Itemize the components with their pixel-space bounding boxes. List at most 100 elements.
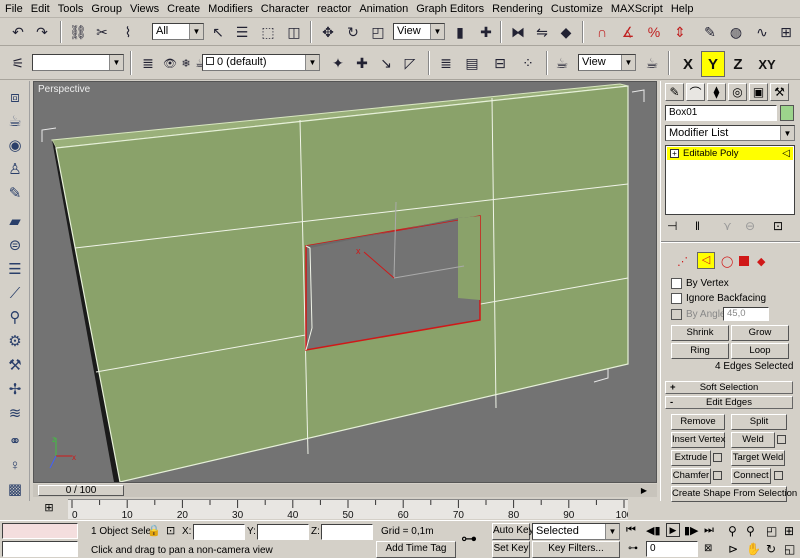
loop-button[interactable]: Loop (731, 343, 789, 359)
menu-item-help[interactable]: Help (668, 3, 697, 15)
cloth-icon[interactable]: ▩ (5, 479, 25, 499)
named-selection-icon[interactable]: ◆ (556, 22, 576, 42)
maxscript-listener-pink[interactable] (2, 523, 78, 539)
move-icon[interactable]: ✥ (318, 22, 338, 42)
time-slider-track[interactable] (33, 484, 657, 497)
fan-icon[interactable]: ✢ (5, 379, 25, 399)
zoom-icon[interactable]: ⚲ (728, 524, 737, 538)
unlink-icon[interactable]: ✂ (92, 22, 112, 42)
field-of-view-icon[interactable]: ⊳ (728, 542, 738, 556)
select-object-icon[interactable]: ↖ (208, 22, 228, 42)
selection-filter-dropdown[interactable]: All ▼ (152, 23, 204, 40)
show-end-result-icon[interactable]: ‖ (695, 219, 700, 233)
menu-item-character[interactable]: Character (258, 3, 312, 15)
add-time-tag-button[interactable]: Add Time Tag (376, 541, 456, 558)
geometry-icon[interactable]: ⧈ (5, 87, 25, 107)
create-layer-icon[interactable]: ✦ (328, 53, 348, 73)
redo-icon[interactable]: ↷ (32, 22, 52, 42)
weld-button[interactable]: Weld (731, 432, 775, 448)
add-to-layer-icon[interactable]: ✚ (352, 53, 372, 73)
axis-xy-button[interactable]: XY (752, 51, 782, 77)
previous-frame-icon[interactable]: ◀▮ (646, 524, 661, 537)
modify-tab-icon[interactable]: ⌒ (686, 83, 705, 101)
time-config-icon[interactable]: ⊠ (704, 543, 712, 554)
by-angle-checkbox[interactable] (671, 309, 682, 320)
menu-item-create[interactable]: Create (164, 3, 203, 15)
set-key-button[interactable]: Set Key (492, 541, 530, 558)
menu-item-animation[interactable]: Animation (356, 3, 411, 15)
teapot-icon[interactable]: ☕ (5, 111, 25, 131)
rope-icon[interactable]: ⚭ (5, 431, 25, 451)
rectangular-selection-icon[interactable]: ⬚ (258, 22, 278, 42)
edge-level-icon[interactable]: ◁ (697, 252, 715, 269)
manipulate-icon[interactable]: ✚ (476, 22, 496, 42)
schematic-icon[interactable]: ⊟ (490, 53, 510, 73)
key-mode-toggle-icon[interactable]: ⊶ (628, 543, 638, 554)
next-frame-icon[interactable]: ▮▶ (684, 524, 699, 537)
remove-modifier-icon[interactable]: ⊖ (745, 219, 755, 233)
utilities-tab-icon[interactable]: ⚒ (770, 83, 789, 101)
connect-button[interactable]: Connect (731, 468, 771, 484)
pan-hand-icon[interactable]: ✋ (746, 542, 761, 556)
pivot-center-icon[interactable]: ▮ (450, 22, 470, 42)
zoom-extents-icon[interactable]: ◰ (766, 524, 777, 538)
object-name-field[interactable]: Box01 (665, 105, 777, 121)
menu-item-maxscript[interactable]: MAXScript (608, 3, 666, 15)
light-bulb-icon[interactable]: ◁ (782, 147, 790, 160)
window-crossing-icon[interactable]: ◫ (284, 22, 304, 42)
key-mode-dropdown[interactable]: Selected ▼ (532, 523, 620, 540)
sphere-icon[interactable]: ◉ (5, 135, 25, 155)
reference-coordinate-dropdown[interactable]: View ▼ (393, 23, 445, 40)
menu-item-edit[interactable]: Edit (28, 3, 53, 15)
create-shape-button[interactable]: Create Shape From Selection (671, 486, 797, 502)
menu-item-reactor[interactable]: reactor (314, 3, 354, 15)
zoom-all-icon[interactable]: ⚲ (746, 524, 755, 538)
hierarchy-tab-icon[interactable]: ⧫ (707, 83, 726, 101)
axis-x-button[interactable]: X (676, 51, 700, 77)
set-current-layer-icon[interactable]: ◸ (400, 53, 420, 73)
bind-spacewarp-icon[interactable]: ⌇ (118, 22, 138, 42)
split-button[interactable]: Split (731, 414, 787, 430)
maximize-viewport-icon[interactable]: ◱ (784, 542, 795, 556)
mirror-icon[interactable]: ⧓ (508, 22, 528, 42)
configure-sets-icon[interactable]: ⊡ (773, 219, 783, 233)
extrude-button[interactable]: Extrude (671, 450, 711, 466)
y-coordinate-field[interactable] (257, 524, 309, 540)
select-by-name-icon[interactable]: ☰ (232, 22, 252, 42)
remove-button[interactable]: Remove (671, 414, 725, 430)
snap-toggle-icon[interactable]: ∩ (592, 22, 612, 42)
go-to-start-icon[interactable]: ⏮ (626, 524, 636, 537)
perspective-viewport[interactable]: Perspective x x z (33, 81, 657, 483)
border-level-icon[interactable]: ◯ (721, 255, 733, 268)
insert-vertex-button[interactable]: Insert Vertex (671, 432, 725, 448)
by-vertex-checkbox[interactable] (671, 278, 682, 289)
weld-settings-icon[interactable] (777, 435, 786, 444)
cone-icon[interactable]: ♙ (5, 159, 25, 179)
x-coordinate-field[interactable] (193, 524, 245, 540)
modifier-list-dropdown[interactable]: Modifier List ▼ (665, 125, 795, 141)
object-color-swatch[interactable] (780, 105, 794, 121)
layers-icon[interactable]: ≣ (138, 53, 158, 73)
stack-item-editable-poly[interactable]: + Editable Poly ◁ (667, 147, 793, 160)
time-slider-thumb[interactable]: 0 / 100 (38, 485, 124, 496)
menu-item-views[interactable]: Views (127, 3, 162, 15)
material-balls-icon[interactable]: ⁘ (518, 53, 538, 73)
go-to-end-icon[interactable]: ⏭ (704, 524, 714, 537)
timeline-ruler[interactable]: 0 10 20 30 40 50 60 70 80 90 100 (68, 499, 628, 520)
box-icon[interactable]: ▰ (5, 211, 25, 231)
key-filters-button[interactable]: Key Filters... (532, 541, 620, 558)
zoom-extents-all-icon[interactable]: ⊞ (784, 524, 794, 538)
target-weld-button[interactable]: Target Weld (731, 450, 785, 466)
menu-item-modifiers[interactable]: Modifiers (205, 3, 256, 15)
edit-edges-rollout[interactable]: - Edit Edges (665, 396, 793, 409)
axis-y-button[interactable]: Y (701, 51, 725, 77)
figure-icon[interactable]: ♀ (5, 455, 25, 475)
create-tab-icon[interactable]: ✎ (665, 83, 684, 101)
maxscript-listener-white[interactable] (2, 541, 78, 557)
layer-dropdown[interactable]: 0 (default) ▼ (202, 54, 320, 71)
menu-item-graph-editors[interactable]: Graph Editors (413, 3, 487, 15)
arc-rotate-icon[interactable]: ↻ (766, 542, 776, 556)
menu-item-file[interactable]: File (2, 3, 26, 15)
menu-item-group[interactable]: Group (88, 3, 125, 15)
select-layer-objects-icon[interactable]: ↘ (376, 53, 396, 73)
